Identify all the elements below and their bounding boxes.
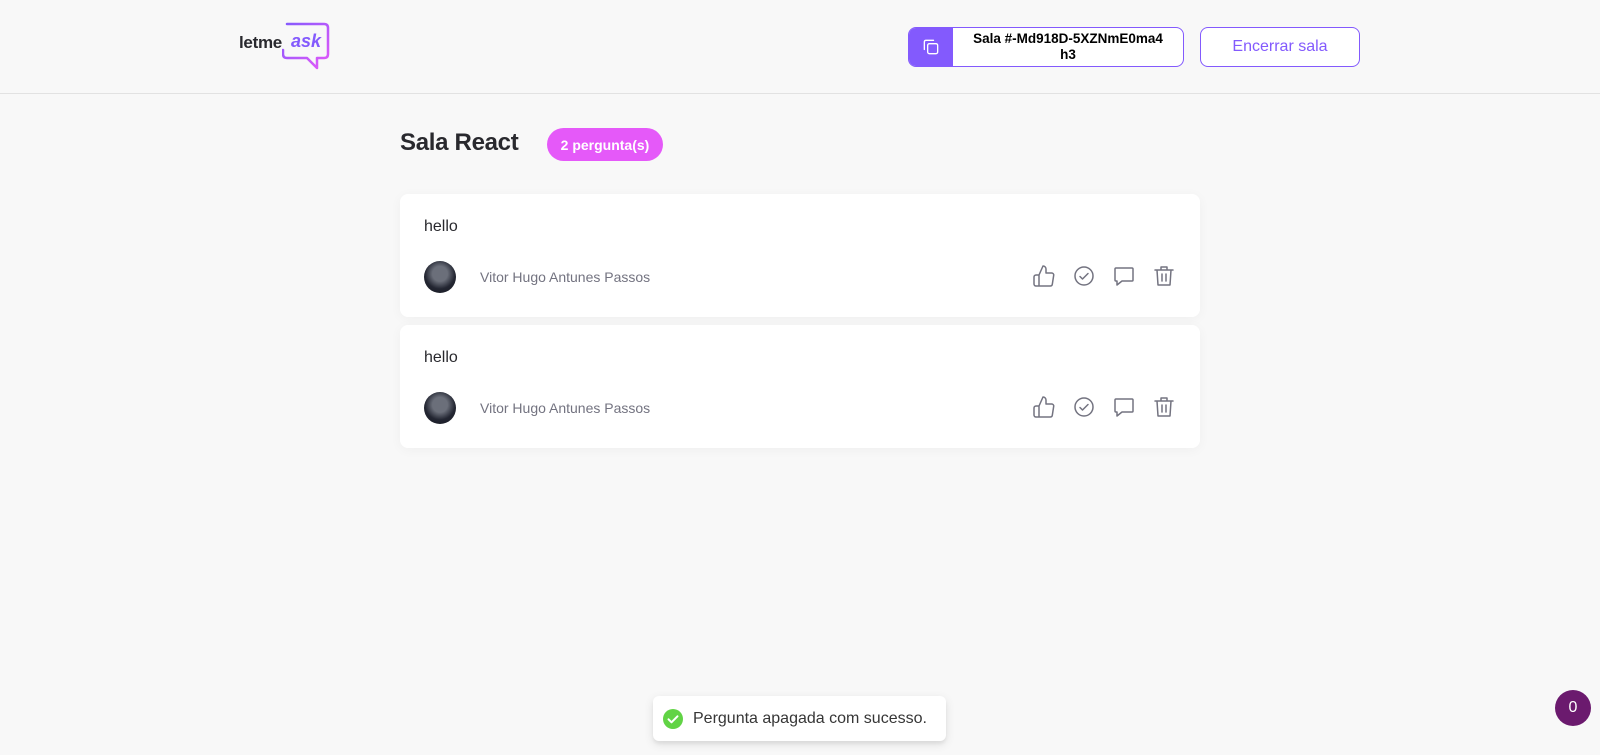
answer-icon	[1114, 267, 1134, 286]
check-circle-icon	[1074, 397, 1094, 417]
toast-message: Pergunta apagada com sucesso.	[693, 709, 927, 727]
logo-text-ask: ask	[291, 31, 322, 51]
success-check-icon	[663, 708, 683, 729]
check-circle-icon	[1074, 266, 1094, 286]
floating-count-badge[interactable]: 0	[1555, 690, 1591, 726]
room-code-text: Sala #-Md918D-5XZNmE0ma4h3	[973, 31, 1163, 62]
letmeask-logo[interactable]: letme ask	[238, 22, 338, 72]
copy-icon	[923, 39, 939, 55]
question-actions	[1032, 264, 1176, 288]
like-button[interactable]	[1032, 395, 1056, 419]
copy-room-code-button[interactable]: Sala #-Md918D-5XZNmE0ma4h3	[908, 27, 1184, 67]
question-text: hello	[424, 218, 458, 235]
delete-icon	[1154, 397, 1174, 417]
author-avatar	[424, 261, 456, 293]
like-button[interactable]	[1032, 264, 1056, 288]
question-card: hello Vitor Hugo Antunes Passos	[400, 194, 1200, 317]
question-count-badge: 2 pergunta(s)	[547, 128, 663, 161]
delete-icon	[1154, 266, 1174, 286]
highlight-button[interactable]	[1112, 264, 1136, 288]
mark-answered-button[interactable]	[1072, 395, 1096, 419]
author-name: Vitor Hugo Antunes Passos	[480, 269, 651, 285]
close-room-button[interactable]: Encerrar sala	[1200, 27, 1360, 67]
copy-icon-box[interactable]	[909, 28, 953, 66]
room-title: Sala React	[400, 129, 519, 156]
mark-answered-button[interactable]	[1072, 264, 1096, 288]
like-icon	[1033, 396, 1055, 418]
highlight-button[interactable]	[1112, 395, 1136, 419]
author-avatar	[424, 392, 456, 424]
author-name: Vitor Hugo Antunes Passos	[480, 400, 651, 416]
answer-icon	[1114, 398, 1134, 417]
app-header: letme ask Sala #-Md918D-5XZNmE0ma4h3 Enc…	[0, 0, 1600, 94]
delete-button[interactable]	[1152, 264, 1176, 288]
question-actions	[1032, 395, 1176, 419]
question-card: hello Vitor Hugo Antunes Passos	[400, 325, 1200, 448]
logo-text-letme: letme	[239, 33, 282, 52]
toast-notification: Pergunta apagada com sucesso.	[653, 696, 946, 741]
delete-button[interactable]	[1152, 395, 1176, 419]
like-icon	[1033, 265, 1055, 287]
question-text: hello	[424, 349, 458, 366]
